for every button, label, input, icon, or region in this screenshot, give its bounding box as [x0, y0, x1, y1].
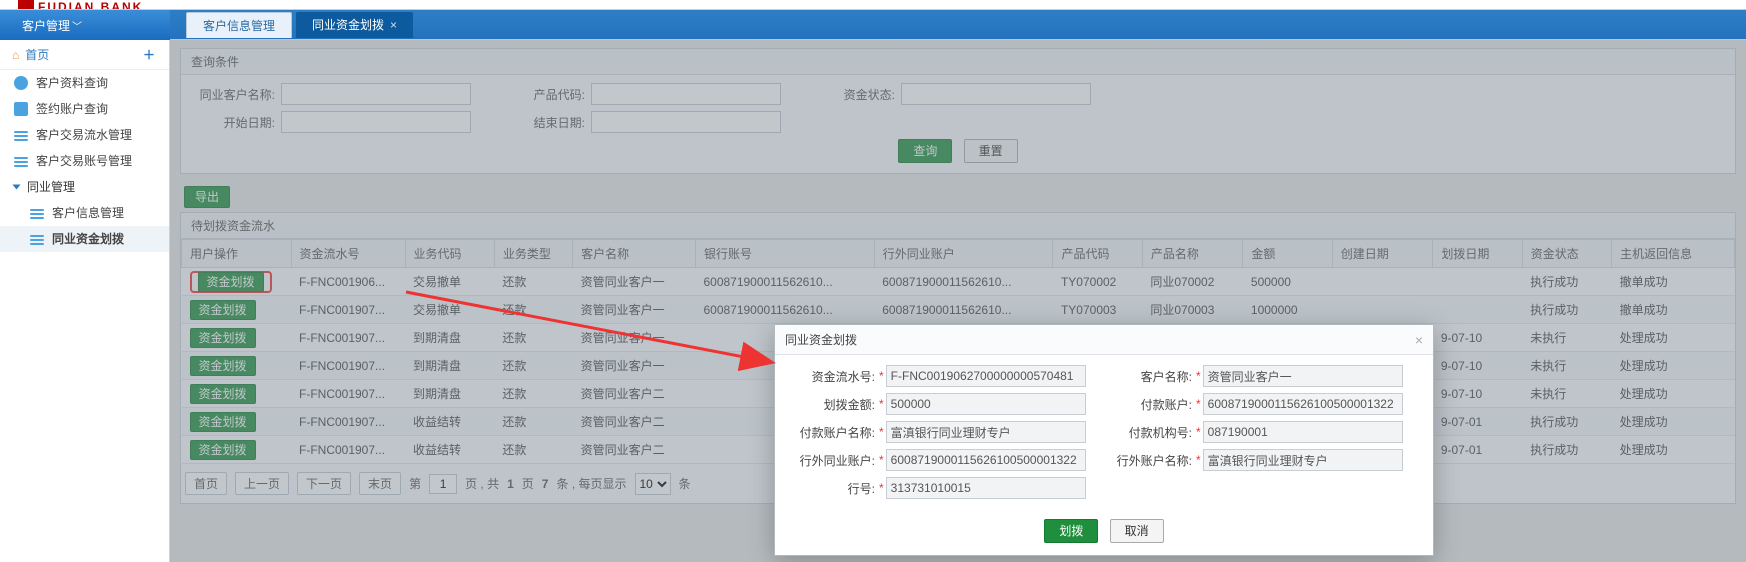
tab-0[interactable]: 客户信息管理	[186, 12, 292, 38]
logo-text: FUDIAN BANK	[38, 0, 143, 10]
pay-name-input[interactable]	[886, 421, 1086, 443]
caret-down-icon	[13, 185, 21, 190]
close-tab-icon[interactable]: ×	[390, 18, 397, 32]
close-icon[interactable]: ×	[1415, 325, 1423, 354]
sidebar-item-4[interactable]: 同业管理	[0, 174, 169, 200]
sidebar-icon	[14, 131, 28, 133]
out-name-input[interactable]	[1203, 449, 1403, 471]
transfer-ok-button[interactable]: 划拨	[1044, 519, 1098, 543]
sidebar-home[interactable]: ⌂ 首页 ＋	[0, 40, 169, 70]
amount-label: 划拨金额:	[787, 396, 879, 413]
dialog-title: 同业资金划拨	[785, 325, 857, 354]
chevron-down-icon: ﹀	[72, 22, 82, 33]
sidebar-item-label: 同业资金划拨	[52, 226, 124, 252]
amount-input[interactable]	[886, 393, 1086, 415]
transfer-cancel-button[interactable]: 取消	[1110, 519, 1164, 543]
module-dropdown[interactable]: 客户管理﹀	[0, 10, 170, 40]
pay-org-label: 付款机构号:	[1104, 424, 1196, 441]
sidebar-item-6[interactable]: 同业资金划拨	[0, 226, 169, 252]
flow-no-input[interactable]	[886, 365, 1086, 387]
cust-label: 客户名称:	[1104, 368, 1196, 385]
pay-name-label: 付款账户名称:	[787, 424, 879, 441]
out-acct-input[interactable]	[886, 449, 1086, 471]
sidebar-item-1[interactable]: 签约账户查询	[0, 96, 169, 122]
sidebar: ⌂ 首页 ＋ 客户资料查询签约账户查询客户交易流水管理客户交易账号管理同业管理客…	[0, 40, 170, 562]
sidebar-item-2[interactable]: 客户交易流水管理	[0, 122, 169, 148]
pay-acct-input[interactable]	[1203, 393, 1403, 415]
out-name-label: 行外账户名称:	[1104, 452, 1196, 469]
sidebar-item-label: 签约账户查询	[36, 96, 108, 122]
tabs: 客户信息管理同业资金划拨×	[170, 10, 1746, 39]
tab-1[interactable]: 同业资金划拨×	[296, 12, 413, 38]
expand-icon[interactable]: ＋	[143, 40, 155, 70]
sidebar-icon	[30, 235, 44, 237]
sidebar-item-5[interactable]: 客户信息管理	[0, 200, 169, 226]
sidebar-icon	[30, 209, 44, 211]
out-acct-label: 行外同业账户:	[787, 452, 879, 469]
pay-org-input[interactable]	[1203, 421, 1403, 443]
pay-acct-label: 付款账户:	[1104, 396, 1196, 413]
sidebar-item-0[interactable]: 客户资料查询	[0, 70, 169, 96]
sidebar-item-label: 客户交易流水管理	[36, 122, 132, 148]
sidebar-icon	[14, 157, 28, 159]
sidebar-item-label: 客户交易账号管理	[36, 148, 132, 174]
cust-input[interactable]	[1203, 365, 1403, 387]
transfer-dialog: 同业资金划拨 × 资金流水号:* 客户名称:* 划拨金额:* 付款账户:* 付款…	[774, 324, 1434, 556]
top-bar: 客户管理﹀ 客户信息管理同业资金划拨×	[0, 10, 1746, 40]
logo-bar: FUDIAN BANK	[0, 0, 1746, 10]
logo-mark-icon	[18, 0, 34, 10]
sidebar-item-label: 客户资料查询	[36, 70, 108, 96]
bank-no-input[interactable]	[886, 477, 1086, 499]
sidebar-item-label: 同业管理	[27, 174, 75, 200]
home-icon: ⌂	[12, 40, 19, 70]
sidebar-item-3[interactable]: 客户交易账号管理	[0, 148, 169, 174]
sidebar-item-label: 客户信息管理	[52, 200, 124, 226]
bank-no-label: 行号:	[787, 480, 879, 497]
sidebar-icon	[14, 102, 28, 116]
content: 查询条件 同业客户名称: 产品代码: 资金状态: 开始日期: 结束日期: 查询 …	[170, 40, 1746, 562]
sidebar-icon	[14, 76, 28, 90]
flow-no-label: 资金流水号:	[787, 368, 879, 385]
